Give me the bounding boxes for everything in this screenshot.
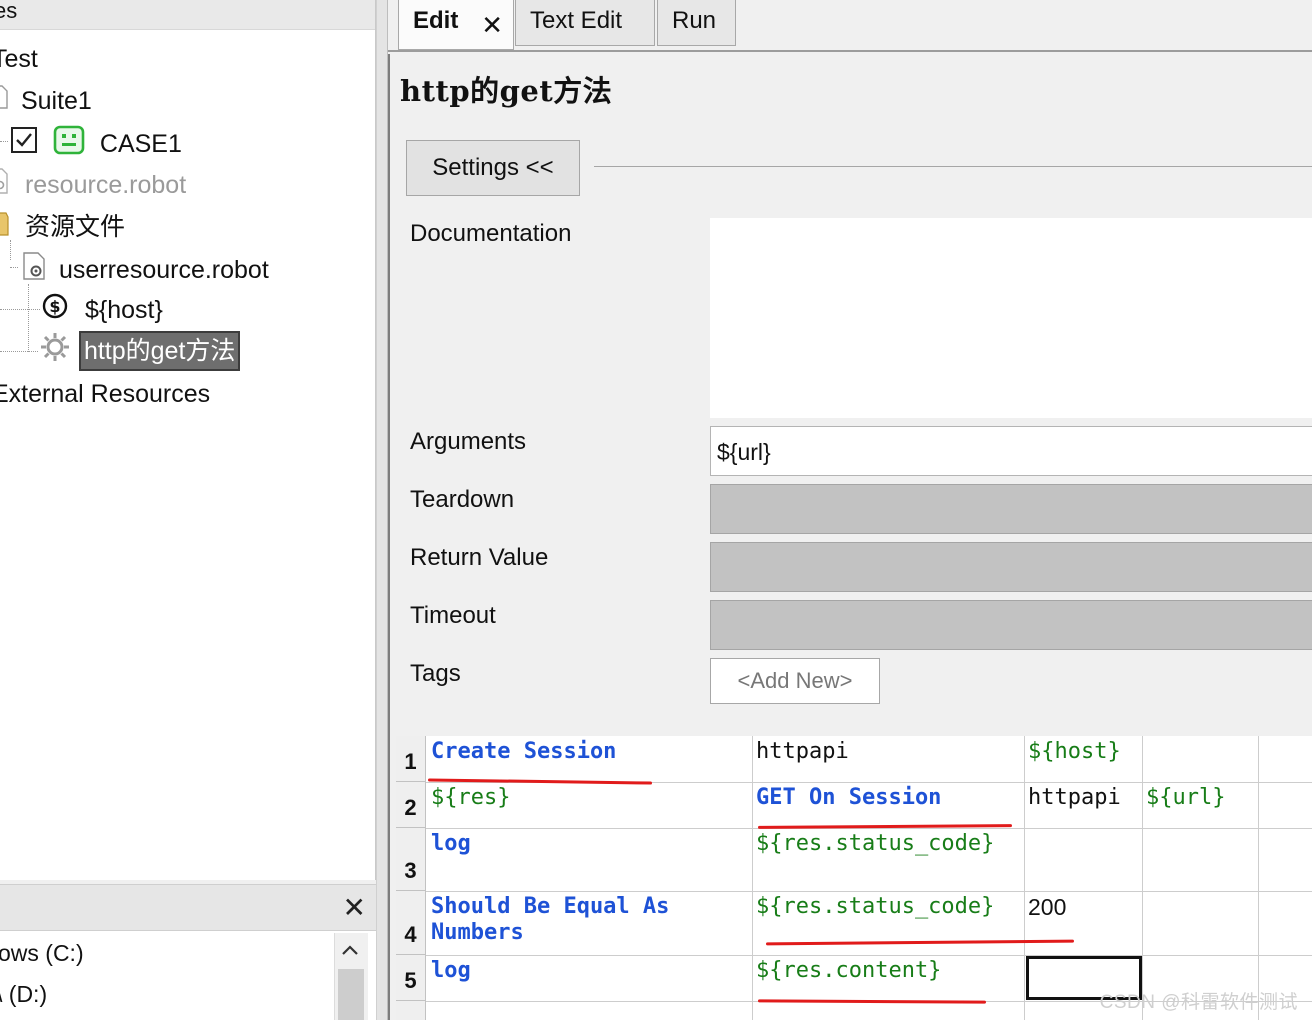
row-number[interactable] [396, 1001, 426, 1020]
tree-header: es [0, 0, 375, 30]
test-case-icon [53, 125, 85, 163]
row-number[interactable]: 2 [396, 782, 426, 828]
tree-node-label: resource.robot [24, 171, 187, 199]
tab-label: Text Edit [530, 7, 623, 34]
arguments-field[interactable]: ${url} [710, 426, 1312, 476]
close-icon[interactable]: ✕ [343, 891, 366, 924]
test-tree-pane: es Test Suite1 CASE1 resource.robot 资源文件 [0, 0, 376, 880]
documentation-field[interactable] [710, 218, 1312, 418]
row-number[interactable]: 5 [396, 955, 426, 1001]
grid-cell[interactable]: log [431, 831, 471, 857]
return-value-label: Return Value [410, 544, 549, 571]
keyword-steps-grid: 1 2 3 4 5 Create Session httpapi ${host}… [396, 736, 1312, 1020]
tree-node-label: userresource.robot [58, 256, 269, 284]
teardown-label: Teardown [410, 486, 515, 513]
grid-cell[interactable]: Should Be Equal As Numbers [431, 894, 669, 946]
pane-splitter[interactable] [376, 0, 388, 1020]
tree-node-external-resources[interactable]: External Resources [0, 377, 210, 410]
grid-cell[interactable]: Create Session [431, 739, 616, 765]
gear-icon [38, 330, 72, 372]
settings-divider [594, 166, 1312, 167]
tab-edit[interactable]: Edit ✕ [398, 0, 514, 50]
tree-node-resource-folder[interactable]: 资源文件 [0, 209, 125, 245]
watermark: CSDN @科雷软件测试 [1099, 992, 1298, 1013]
tree-node-test[interactable]: Test [0, 42, 38, 75]
tree-node-resource-robot[interactable]: resource.robot [0, 167, 186, 203]
timeout-label: Timeout [410, 602, 496, 629]
grid-cell[interactable]: ${res} [431, 785, 510, 811]
grid-cell[interactable]: 200 [1028, 894, 1066, 920]
grid-cell[interactable]: ${res.status_code} [756, 831, 994, 857]
return-value-field[interactable] [710, 542, 1312, 592]
grid-cell[interactable]: ${url} [1146, 785, 1225, 811]
tree-node-host-variable[interactable]: $ ${host} [42, 293, 163, 327]
file-browser-pane: ✕ ows (C:) \ (D:) [0, 884, 376, 1020]
keyword-title: http的get方法 [400, 74, 613, 108]
file-pane-scrollbar[interactable] [334, 933, 368, 1020]
folder-icon [0, 209, 10, 245]
resource-file-icon [22, 251, 48, 289]
annotation-underline [765, 939, 1075, 946]
tab-label: Run [672, 7, 717, 34]
grid-cell[interactable]: httpapi [756, 739, 849, 765]
tree-node-label: ${host} [84, 296, 163, 325]
documentation-label: Documentation [410, 220, 572, 247]
tab-label: Edit [413, 7, 459, 34]
tree-node-label-selected: http的get方法 [78, 331, 241, 371]
grid-cell[interactable]: httpapi [1028, 785, 1121, 811]
file-pane-header: ✕ [0, 885, 376, 931]
svg-text:$: $ [49, 297, 60, 316]
chevron-up-icon[interactable] [341, 941, 359, 962]
tab-run[interactable]: Run [657, 0, 736, 46]
add-tag-button[interactable]: <Add New> [710, 658, 880, 704]
file-icon [0, 84, 8, 118]
annotation-underline [427, 778, 653, 785]
checkbox-checked-icon[interactable] [10, 126, 38, 162]
grid-cell[interactable]: GET On Session [756, 785, 941, 811]
close-icon[interactable]: ✕ [481, 4, 503, 46]
tree-node-label: Suite1 [20, 87, 92, 116]
tree-node-label: 资源文件 [24, 213, 125, 241]
tree-node-case1[interactable]: CASE1 [0, 125, 182, 163]
row-number[interactable]: 1 [396, 736, 426, 782]
drive-c[interactable]: ows (C:) [0, 940, 84, 967]
tab-text-edit[interactable]: Text Edit [515, 0, 655, 46]
teardown-field[interactable] [710, 484, 1312, 534]
editor-tabbar: Edit ✕ Text Edit Run [388, 0, 1312, 52]
grid-cell[interactable]: log [431, 958, 471, 984]
tree-node-http-get-keyword[interactable]: http的get方法 [38, 330, 241, 372]
grid-cell[interactable]: ${res.status_code} [756, 894, 994, 920]
tree-node-label: CASE1 [99, 130, 182, 158]
grid-cell[interactable]: ${res.content} [756, 958, 941, 984]
dollar-variable-icon: $ [42, 293, 68, 327]
row-number[interactable]: 4 [396, 891, 426, 955]
tree-node-userresource[interactable]: userresource.robot [10, 251, 269, 289]
timeout-field[interactable] [710, 600, 1312, 650]
arguments-label: Arguments [410, 428, 527, 455]
grid-cell[interactable]: ${host} [1028, 739, 1121, 765]
tags-label: Tags [410, 660, 461, 687]
tree-header-label: es [0, 0, 18, 23]
resource-file-icon [0, 167, 8, 203]
tree-node-label: Test [0, 45, 38, 74]
tree-node-label: External Resources [0, 380, 211, 409]
row-number[interactable]: 3 [396, 828, 426, 891]
tree-node-suite1[interactable]: Suite1 [0, 84, 92, 118]
annotation-underline [757, 999, 987, 1004]
scroll-thumb[interactable] [338, 969, 364, 1020]
drive-d[interactable]: \ (D:) [0, 981, 47, 1008]
settings-toggle-button[interactable]: Settings << [406, 140, 580, 196]
